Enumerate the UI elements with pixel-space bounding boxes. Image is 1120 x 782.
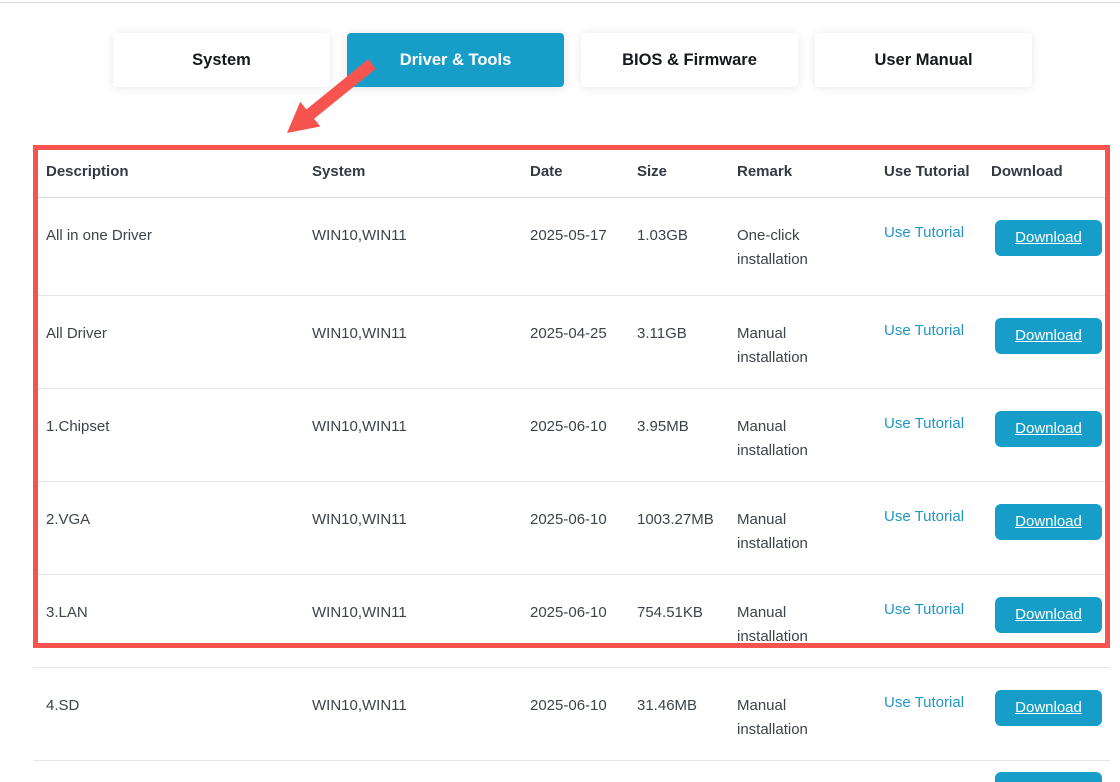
row-remark: Manual installation xyxy=(737,668,837,760)
row-size: 1003.27MB xyxy=(637,482,737,574)
use-tutorial-link[interactable]: Use Tutorial xyxy=(884,415,964,432)
row-remark: Manual installation xyxy=(737,482,837,574)
use-tutorial-link[interactable]: Use Tutorial xyxy=(884,224,964,241)
row-date: 2025-04-25 xyxy=(530,296,637,388)
table-row: 1.Chipset WIN10,WIN11 2025-06-10 3.95MB … xyxy=(33,388,1110,481)
header-download: Download xyxy=(991,163,1102,180)
header-description: Description xyxy=(46,163,312,180)
row-remark: One-click installation xyxy=(737,198,837,295)
row-system: WIN10,WIN11 xyxy=(312,389,530,481)
use-tutorial-link[interactable]: Use Tutorial xyxy=(884,694,964,711)
tab-bar: System Driver & Tools BIOS & Firmware Us… xyxy=(113,33,1032,87)
top-divider xyxy=(0,2,1120,3)
download-button[interactable]: Download xyxy=(995,220,1102,256)
use-tutorial-link[interactable]: Use Tutorial xyxy=(884,601,964,618)
row-description: All Driver xyxy=(46,296,312,388)
row-system: WIN10,WIN11 xyxy=(312,198,530,295)
table-row: All Driver WIN10,WIN11 2025-04-25 3.11GB… xyxy=(33,295,1110,388)
table-row: 4.SD WIN10,WIN11 2025-06-10 31.46MB Manu… xyxy=(33,667,1110,760)
header-date: Date xyxy=(530,163,637,180)
row-remark: Manual installation xyxy=(737,296,837,388)
table-row: All in one Driver WIN10,WIN11 2025-05-17… xyxy=(33,198,1110,295)
header-size: Size xyxy=(637,163,737,180)
table-row: 2.VGA WIN10,WIN11 2025-06-10 1003.27MB M… xyxy=(33,481,1110,574)
row-system: WIN10,WIN11 xyxy=(312,668,530,760)
tab-bios-firmware[interactable]: BIOS & Firmware xyxy=(581,33,798,87)
download-button[interactable]: Download xyxy=(995,504,1102,540)
row-description: 4.SD xyxy=(46,668,312,760)
tab-driver-tools[interactable]: Driver & Tools xyxy=(347,33,564,87)
row-size: 3.95MB xyxy=(637,389,737,481)
download-table: Description System Date Size Remark Use … xyxy=(33,145,1110,761)
row-description: All in one Driver xyxy=(46,198,312,295)
row-system: WIN10,WIN11 xyxy=(312,575,530,667)
use-tutorial-link[interactable]: Use Tutorial xyxy=(884,508,964,525)
download-button[interactable]: Download xyxy=(995,690,1102,726)
row-size: 3.11GB xyxy=(637,296,737,388)
download-button[interactable]: Download xyxy=(995,597,1102,633)
download-button[interactable]: Download xyxy=(995,411,1102,447)
row-remark: Manual installation xyxy=(737,389,837,481)
table-body: All in one Driver WIN10,WIN11 2025-05-17… xyxy=(33,198,1110,761)
header-remark: Remark xyxy=(737,163,884,180)
tab-user-manual[interactable]: User Manual xyxy=(815,33,1032,87)
download-button-partial[interactable]: Download xyxy=(995,772,1102,782)
row-size: 754.51KB xyxy=(637,575,737,667)
row-system: WIN10,WIN11 xyxy=(312,482,530,574)
table-row: 3.LAN WIN10,WIN11 2025-06-10 754.51KB Ma… xyxy=(33,574,1110,667)
row-date: 2025-05-17 xyxy=(530,198,637,295)
row-remark: Manual installation xyxy=(737,575,837,667)
row-system: WIN10,WIN11 xyxy=(312,296,530,388)
row-description: 1.Chipset xyxy=(46,389,312,481)
row-date: 2025-06-10 xyxy=(530,389,637,481)
download-button[interactable]: Download xyxy=(995,318,1102,354)
row-date: 2025-06-10 xyxy=(530,482,637,574)
table-header-row: Description System Date Size Remark Use … xyxy=(33,145,1110,198)
row-size: 1.03GB xyxy=(637,198,737,295)
tab-system[interactable]: System xyxy=(113,33,330,87)
header-use-tutorial: Use Tutorial xyxy=(884,163,991,180)
header-system: System xyxy=(312,163,530,180)
row-size: 31.46MB xyxy=(637,668,737,760)
row-date: 2025-06-10 xyxy=(530,668,637,760)
row-date: 2025-06-10 xyxy=(530,575,637,667)
row-description: 2.VGA xyxy=(46,482,312,574)
row-description: 3.LAN xyxy=(46,575,312,667)
use-tutorial-link[interactable]: Use Tutorial xyxy=(884,322,964,339)
